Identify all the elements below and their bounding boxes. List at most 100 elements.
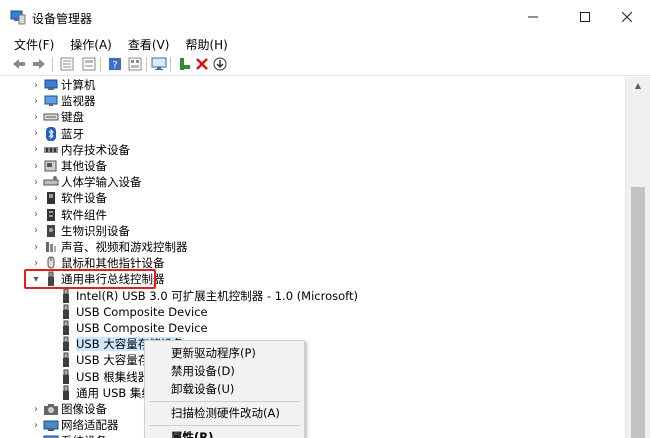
tree-category[interactable]: › 软件组件 — [0, 207, 620, 223]
tree-item-label: 软件组件 — [61, 207, 107, 222]
scan-button[interactable] — [150, 55, 168, 73]
tree-category[interactable]: › 蓝牙 — [0, 126, 620, 142]
back-button[interactable] — [10, 55, 28, 73]
maximize-button[interactable] — [562, 0, 608, 34]
svg-text:?: ? — [112, 60, 117, 71]
help-button[interactable]: ? — [106, 55, 124, 73]
usb-device-icon — [63, 320, 69, 335]
tree-category[interactable]: › 图像设备 — [0, 401, 620, 417]
properties-icon — [60, 57, 74, 71]
menu-scan-hardware[interactable]: 扫描检测硬件改动(A) — [171, 404, 280, 422]
expand-chevron-right-icon[interactable]: › — [31, 142, 41, 158]
expand-chevron-right-icon[interactable]: › — [31, 239, 41, 255]
tree-item-label: 网络适配器 — [61, 418, 119, 433]
usb-device-item[interactable]: USB 大容量存储设备 — [0, 336, 620, 352]
forward-icon — [33, 59, 45, 69]
usb-device-item[interactable]: USB 大容量存储 — [0, 352, 620, 368]
expand-chevron-right-icon[interactable]: › — [31, 401, 41, 417]
tree-category[interactable]: › 键盘 — [0, 109, 620, 125]
tree-category[interactable]: › 生物识别设备 — [0, 223, 620, 239]
tree-category[interactable]: › 软件设备 — [0, 190, 620, 206]
usb-device-icon — [63, 304, 69, 319]
forward-button[interactable] — [30, 55, 48, 73]
keyboard-icon — [43, 113, 59, 121]
usb-device-icon — [63, 352, 69, 368]
tree-category[interactable]: › 声音、视频和游戏控制器 — [0, 239, 620, 255]
view-button[interactable] — [80, 55, 98, 73]
tree-item-label: 图像设备 — [61, 402, 107, 416]
expand-chevron-right-icon[interactable]: › — [31, 77, 41, 93]
menu-update-driver[interactable]: 更新驱动程序(P) — [171, 344, 256, 362]
menu-view[interactable]: 查看(V) — [127, 36, 171, 53]
update-icon — [213, 57, 227, 71]
toolbar-separator — [100, 57, 101, 72]
expand-chevron-right-icon[interactable]: › — [31, 207, 41, 223]
usb-device-icon — [63, 369, 69, 384]
hid-icon — [43, 176, 59, 186]
tree-category[interactable]: › 计算机 — [0, 77, 620, 93]
network-icon — [43, 420, 59, 432]
bluetooth-icon — [46, 126, 56, 141]
tree-category[interactable]: › 网络适配器 — [0, 417, 620, 433]
tree-category[interactable]: › 其他设备 — [0, 158, 620, 174]
expand-chevron-right-icon[interactable]: › — [31, 158, 41, 174]
device-view-button[interactable] — [126, 55, 144, 73]
usb-device-item[interactable]: USB 根集线器( — [0, 369, 620, 385]
device-manager-icon — [10, 10, 26, 25]
window-title: 设备管理器 — [32, 12, 93, 26]
help-icon: ? — [109, 58, 121, 71]
tree-item-label: 计算机 — [61, 78, 96, 92]
tree-category[interactable]: › 内存技术设备 — [0, 142, 620, 158]
tree-item-label: 软件设备 — [61, 191, 107, 206]
context-menu: 更新驱动程序(P) 禁用设备(D) 卸载设备(U) 扫描检测硬件改动(A) 属性… — [144, 340, 305, 438]
menu-properties[interactable]: 属性(R) — [171, 428, 213, 438]
expand-chevron-right-icon[interactable]: › — [31, 417, 41, 433]
maximize-icon — [580, 12, 590, 22]
tree-item-label: 键盘 — [61, 110, 84, 125]
scroll-up-icon[interactable]: ▲ — [626, 77, 650, 94]
expand-chevron-right-icon[interactable]: › — [31, 109, 41, 125]
highlight-usb-category — [24, 269, 156, 289]
expand-chevron-right-icon[interactable]: › — [31, 190, 41, 206]
minimize-button[interactable] — [510, 0, 556, 34]
computer-icon — [44, 79, 58, 90]
expand-chevron-right-icon[interactable]: › — [31, 93, 41, 109]
unknown-device-icon — [44, 160, 57, 172]
menu-help[interactable]: 帮助(H) — [184, 36, 228, 53]
menu-file[interactable]: 文件(F) — [13, 36, 55, 53]
expand-chevron-right-icon[interactable]: › — [31, 174, 41, 190]
tree-category[interactable]: › 监视器 — [0, 93, 620, 109]
tree-item-label: 监视器 — [61, 94, 96, 109]
expand-chevron-right-icon[interactable]: › — [31, 433, 41, 438]
usb-device-item[interactable]: USB Composite Device — [0, 320, 620, 336]
uninstall-button[interactable] — [193, 55, 211, 73]
toolbar-separator — [146, 57, 147, 72]
tree-category[interactable]: › 人体学输入设备 — [0, 174, 620, 190]
toolbar-separator — [52, 57, 53, 72]
title-bar: 设备管理器 — [0, 0, 650, 34]
minimize-icon — [528, 16, 538, 18]
add-driver-button[interactable] — [175, 55, 193, 73]
tree-item-label: 其他设备 — [61, 159, 107, 173]
expand-chevron-right-icon[interactable]: › — [31, 223, 41, 239]
menu-action[interactable]: 操作(A) — [69, 36, 113, 53]
vertical-scrollbar[interactable]: ▲ — [625, 77, 650, 438]
memory-icon — [44, 146, 58, 153]
close-button[interactable] — [604, 0, 650, 34]
menu-disable-device[interactable]: 禁用设备(D) — [171, 362, 235, 380]
menu-uninstall-device[interactable]: 卸载设备(U) — [171, 380, 234, 398]
tree-item-label: USB Composite Device — [76, 321, 208, 335]
usb-device-item[interactable]: 通用 USB 集线 — [0, 385, 620, 401]
expand-chevron-right-icon[interactable]: › — [31, 126, 41, 142]
update-button[interactable] — [211, 55, 229, 73]
properties-button[interactable] — [58, 55, 76, 73]
usb-device-icon — [63, 336, 69, 352]
tree-item-label: 声音、视频和游戏控制器 — [61, 240, 188, 254]
tree-category[interactable]: › 系统设备 — [0, 433, 620, 438]
usb-device-item[interactable]: USB Composite Device — [0, 304, 620, 320]
system-icon — [43, 435, 59, 438]
usb-device-icon — [63, 288, 69, 303]
usb-device-item[interactable]: Intel(R) USB 3.0 可扩展主机控制器 - 1.0 (Microso… — [0, 288, 620, 304]
scrollbar-thumb[interactable] — [631, 187, 645, 438]
menu-bar: 文件(F) 操作(A) 查看(V) 帮助(H) — [0, 34, 650, 54]
